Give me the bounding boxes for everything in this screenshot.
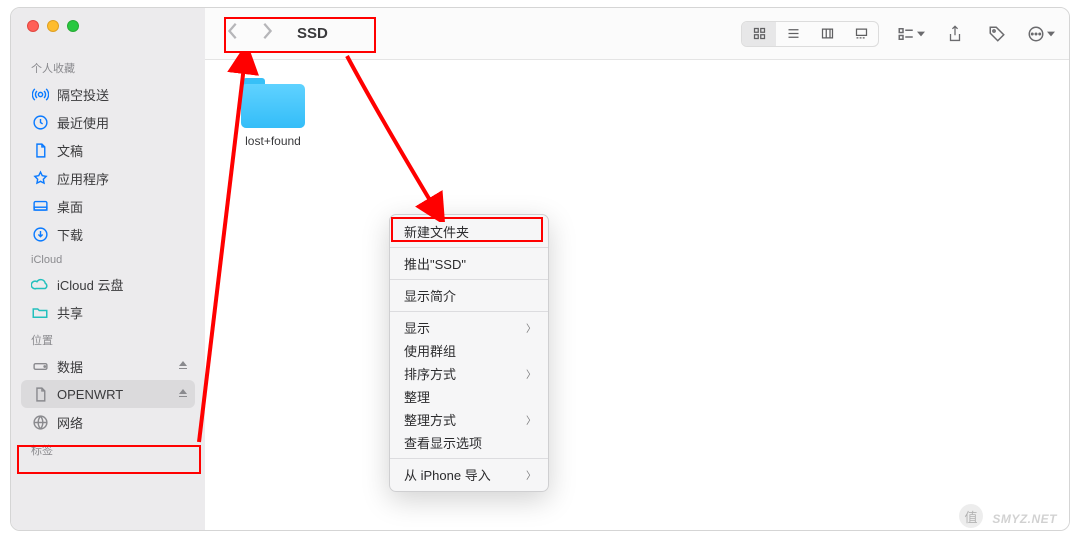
view-columns-button[interactable] <box>810 22 844 46</box>
view-icons-button[interactable] <box>742 22 776 46</box>
sidebar-item-shared[interactable]: 共享 <box>21 298 195 326</box>
sidebar-item-documents[interactable]: 文稿 <box>21 136 195 164</box>
chevron-right-icon: 〉 <box>526 366 536 381</box>
airdrop-icon <box>31 85 49 103</box>
cloud-icon <box>31 275 49 293</box>
context-menu: 新建文件夹 推出"SSD" 显示简介 显示〉 使用群组 排序方式〉 整理 整理方… <box>389 214 549 492</box>
desktop-icon <box>31 197 49 215</box>
cm-use-groups[interactable]: 使用群组 <box>390 339 548 362</box>
clock-icon <box>31 113 49 131</box>
sidebar-item-label: 共享 <box>57 303 83 322</box>
maximize-button[interactable] <box>67 20 79 32</box>
view-gallery-button[interactable] <box>844 22 878 46</box>
sidebar-item-label: 最近使用 <box>57 113 109 132</box>
cm-get-info[interactable]: 显示简介 <box>390 284 548 307</box>
menu-separator <box>390 247 548 248</box>
sidebar-item-label: OPENWRT <box>57 387 123 402</box>
sidebar-item-label: 网络 <box>57 413 83 432</box>
cm-clean-up-by[interactable]: 整理方式〉 <box>390 408 548 431</box>
chevron-right-icon: 〉 <box>526 320 536 335</box>
menu-separator <box>390 458 548 459</box>
sidebar-item-label: 数据 <box>57 357 83 376</box>
sidebar-item-recents[interactable]: 最近使用 <box>21 108 195 136</box>
sidebar-item-airdrop[interactable]: 隔空投送 <box>21 80 195 108</box>
shared-folder-icon <box>31 303 49 321</box>
finder-window: 个人收藏 隔空投送 最近使用 文稿 应用程序 桌面 <box>10 7 1070 531</box>
cm-clean-up[interactable]: 整理 <box>390 385 548 408</box>
sidebar-item-downloads[interactable]: 下载 <box>21 220 195 248</box>
cm-new-folder[interactable]: 新建文件夹 <box>390 220 548 243</box>
apps-icon <box>31 169 49 187</box>
toolbar: SSD <box>205 8 1069 60</box>
document-icon <box>31 141 49 159</box>
downloads-icon <box>31 225 49 243</box>
cm-view[interactable]: 显示〉 <box>390 316 548 339</box>
sidebar-heading-favorites: 个人收藏 <box>21 54 195 80</box>
tags-button[interactable] <box>985 23 1009 45</box>
eject-icon[interactable] <box>177 387 189 402</box>
sidebar-item-label: 桌面 <box>57 197 83 216</box>
menu-separator <box>390 279 548 280</box>
cm-view-options[interactable]: 查看显示选项 <box>390 431 548 454</box>
sidebar-item-openwrt[interactable]: OPENWRT <box>21 380 195 408</box>
disk-icon <box>31 357 49 375</box>
sidebar-item-label: iCloud 云盘 <box>57 275 123 294</box>
view-mode-group <box>741 21 879 47</box>
document-icon <box>31 385 49 403</box>
cm-sort-by[interactable]: 排序方式〉 <box>390 362 548 385</box>
file-grid[interactable]: lost+found <box>205 60 1069 530</box>
folder-item[interactable]: lost+found <box>229 78 317 148</box>
watermark-badge: 值 <box>959 504 983 528</box>
minimize-button[interactable] <box>47 20 59 32</box>
eject-icon[interactable] <box>177 359 189 374</box>
sidebar-item-label: 下载 <box>57 225 83 244</box>
sidebar-heading-icloud: iCloud <box>21 248 195 270</box>
sidebar-heading-locations: 位置 <box>21 326 195 352</box>
cm-eject-ssd[interactable]: 推出"SSD" <box>390 252 548 275</box>
sidebar-item-label: 文稿 <box>57 141 83 160</box>
chevron-right-icon: 〉 <box>526 412 536 427</box>
sidebar-item-data-disk[interactable]: 数据 <box>21 352 195 380</box>
nav-forward-button[interactable] <box>261 22 273 45</box>
window-controls <box>11 20 205 32</box>
share-button[interactable] <box>943 23 967 45</box>
file-label: lost+found <box>229 134 317 148</box>
nav-back-button[interactable] <box>227 22 239 45</box>
sidebar-item-label: 应用程序 <box>57 169 109 188</box>
sidebar-heading-tags: 标签 <box>21 436 195 462</box>
sidebar-item-icloud-drive[interactable]: iCloud 云盘 <box>21 270 195 298</box>
watermark-text: SMYZ.NET <box>992 512 1057 526</box>
group-by-button[interactable] <box>897 26 925 42</box>
close-button[interactable] <box>27 20 39 32</box>
network-icon <box>31 413 49 431</box>
chevron-right-icon: 〉 <box>526 467 536 482</box>
folder-icon <box>241 78 305 128</box>
action-button[interactable] <box>1027 25 1055 43</box>
view-list-button[interactable] <box>776 22 810 46</box>
sidebar: 个人收藏 隔空投送 最近使用 文稿 应用程序 桌面 <box>11 8 205 530</box>
window-title: SSD <box>297 25 328 42</box>
sidebar-item-network[interactable]: 网络 <box>21 408 195 436</box>
sidebar-item-label: 隔空投送 <box>57 85 109 104</box>
cm-import-iphone[interactable]: 从 iPhone 导入〉 <box>390 463 548 486</box>
sidebar-item-desktop[interactable]: 桌面 <box>21 192 195 220</box>
sidebar-item-applications[interactable]: 应用程序 <box>21 164 195 192</box>
menu-separator <box>390 311 548 312</box>
